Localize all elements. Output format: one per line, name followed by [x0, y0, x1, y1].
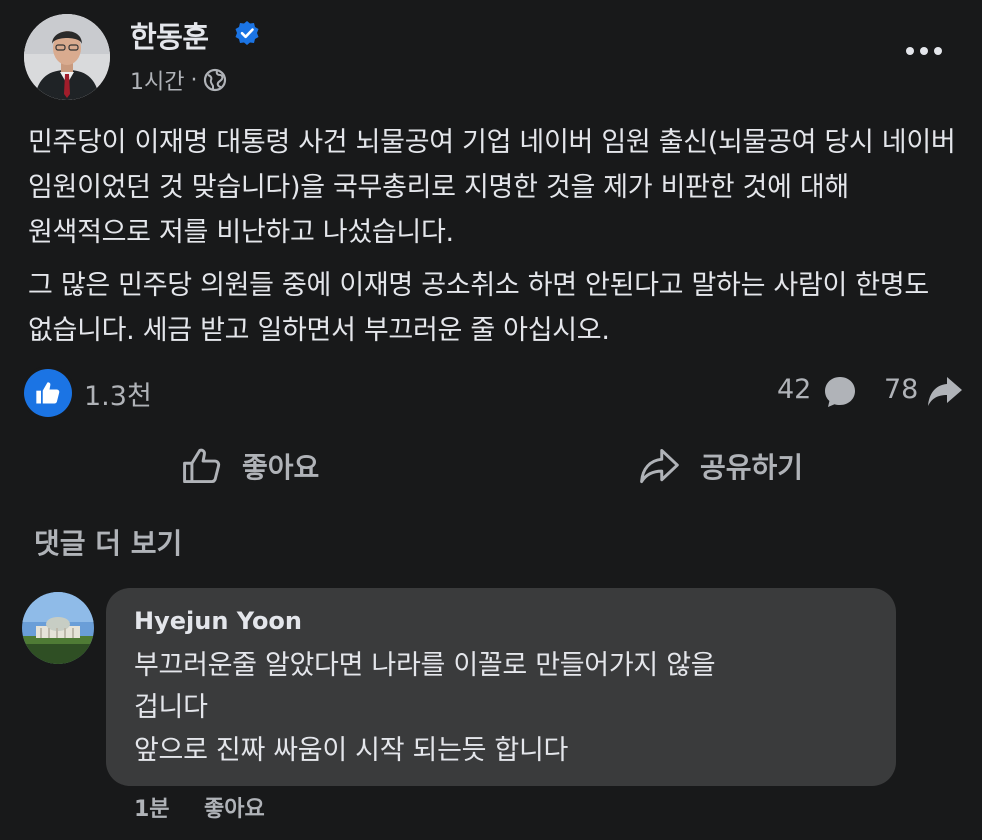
more-dot: [934, 47, 942, 55]
share-button[interactable]: 공유하기: [636, 438, 803, 494]
post-time[interactable]: 1시간: [130, 64, 184, 96]
like-reaction-icon[interactable]: [24, 369, 72, 417]
author-photo: [24, 14, 110, 100]
post-meta: 1시간 ·: [130, 64, 227, 96]
more-dot: [920, 47, 928, 55]
like-count[interactable]: 1.3천: [84, 374, 152, 413]
author-avatar[interactable]: [24, 14, 110, 100]
post-text-paragraph: 민주당이 이재명 대통령 사건 뇌물공여 기업 네이버 임원 출신(뇌물공여 당…: [28, 127, 956, 248]
thumbs-up-outline-icon: [183, 448, 221, 484]
share-arrow-icon[interactable]: [926, 374, 964, 410]
globe-icon[interactable]: [203, 68, 227, 92]
commenter-photo: [22, 592, 94, 664]
comment-text-line: 앞으로 진짜 싸움이 시작 되는듯 합니다: [134, 735, 569, 766]
comment-like-button[interactable]: 좋아요: [204, 791, 265, 823]
share-outline-icon: [640, 448, 679, 484]
thumbs-up-icon: [36, 382, 60, 404]
share-button-label: 공유하기: [700, 451, 804, 484]
comment-count[interactable]: 42: [777, 374, 811, 405]
like-button-label: 좋아요: [242, 451, 320, 484]
more-dot: [906, 47, 914, 55]
like-button[interactable]: 좋아요: [180, 438, 319, 494]
comment-icon[interactable]: [822, 374, 858, 410]
comment-text-line: 부끄러운줄 알았다면 나라를 이꼴로 만들어가지 않을: [134, 650, 716, 681]
comment-time[interactable]: 1분: [134, 791, 170, 823]
comment-text-line: 겁니다: [134, 692, 208, 723]
commenter-avatar[interactable]: [22, 592, 94, 664]
share-count[interactable]: 78: [884, 374, 918, 405]
verified-badge-icon: [235, 21, 259, 45]
post-text-paragraph: 그 많은 민주당 의원들 중에 이재명 공소취소 하면 안된다고 말하는 사람이…: [28, 270, 929, 346]
more-options-icon[interactable]: [900, 36, 948, 66]
meta-separator: ·: [190, 67, 198, 93]
post-author-name[interactable]: 한동훈: [130, 14, 209, 56]
view-more-comments-link[interactable]: 댓글 더 보기: [34, 522, 182, 562]
commenter-name[interactable]: Hyejun Yoon: [134, 607, 302, 635]
